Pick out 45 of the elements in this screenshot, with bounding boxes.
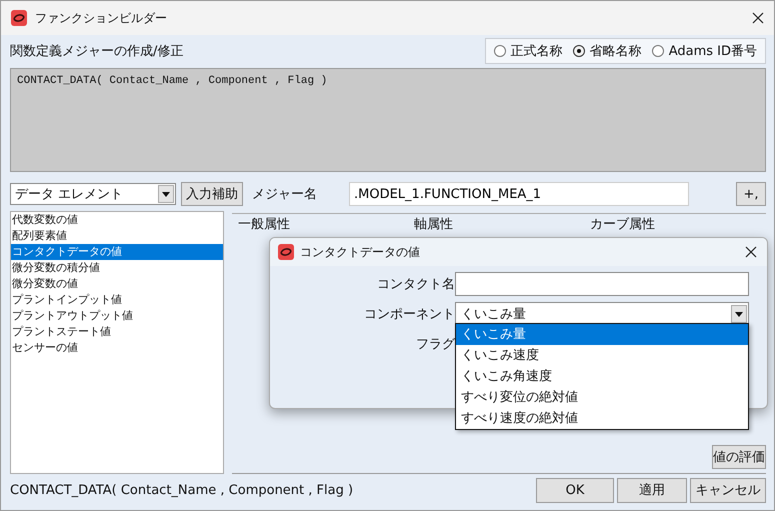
function-list-item[interactable]: コンタクトデータの値: [11, 244, 223, 260]
dialog-button[interactable]: OK: [536, 478, 614, 502]
radio-button[interactable]: [652, 45, 664, 57]
function-list-item[interactable]: センサーの値: [11, 340, 223, 356]
function-list-item[interactable]: 代数変数の値: [11, 212, 223, 228]
category-dropdown[interactable]: データ エレメント: [10, 183, 176, 205]
close-icon[interactable]: [745, 246, 757, 258]
heading: 関数定義メジャーの作成/修正: [10, 43, 184, 60]
app-icon: [11, 10, 27, 26]
measure-name-label: メジャー名: [252, 186, 318, 203]
field-label: コンポーネント: [363, 306, 455, 323]
dropdown-option[interactable]: すべり変位の絶対値: [456, 387, 748, 408]
function-list-item[interactable]: 微分変数の値: [11, 276, 223, 292]
status-text: CONTACT_DATA( Contact_Name , Component , Flag ): [10, 482, 354, 498]
name-mode-label[interactable]: 正式名称: [510, 42, 563, 60]
name-mode-label[interactable]: Adams ID番号: [668, 42, 757, 60]
expression-area[interactable]: CONTACT_DATA( Contact_Name , Component , Flag ): [10, 68, 766, 172]
window-title: ファンクションビルダー: [35, 10, 167, 26]
dropdown-option[interactable]: くいこみ速度: [456, 345, 748, 366]
field-label: コンタクト名: [376, 276, 455, 293]
radio-button[interactable]: [572, 45, 585, 57]
property-tab[interactable]: 一般属性: [238, 215, 414, 233]
dialog-button[interactable]: キャンセル: [690, 478, 766, 502]
plus-button[interactable]: +,: [736, 182, 766, 206]
function-list-item[interactable]: プラントインプット値: [11, 292, 223, 308]
dialog-button[interactable]: 適用: [617, 478, 687, 502]
function-list-item[interactable]: プラントステート値: [11, 324, 223, 340]
app-icon: [278, 244, 294, 260]
dropdown-option[interactable]: すべり速度の絶対値: [456, 408, 748, 429]
function-list-item[interactable]: プラントアウトプット値: [11, 308, 223, 324]
dropdown-option[interactable]: くいこみ量: [456, 324, 748, 345]
measure-name-field[interactable]: .MODEL_1.FUNCTION_MEA_1: [349, 182, 689, 206]
field-label: フラグ: [415, 336, 455, 353]
contact-name-field[interactable]: [455, 272, 749, 296]
close-icon[interactable]: [752, 12, 764, 24]
property-tab[interactable]: 軸属性: [414, 215, 590, 233]
radio-button[interactable]: [494, 45, 506, 57]
property-tab[interactable]: カーブ属性: [590, 215, 766, 233]
evaluate-button[interactable]: 値の評価: [712, 445, 766, 469]
name-mode-label[interactable]: 省略名称: [590, 42, 642, 60]
dialog-title: コンタクトデータの値: [300, 244, 420, 260]
dropdown-option[interactable]: くいこみ角速度: [456, 366, 748, 387]
function-list-item[interactable]: 微分変数の積分値: [11, 260, 223, 276]
function-list-item[interactable]: 配列要素値: [11, 228, 223, 244]
input-assist-button[interactable]: 入力補助: [181, 182, 243, 206]
